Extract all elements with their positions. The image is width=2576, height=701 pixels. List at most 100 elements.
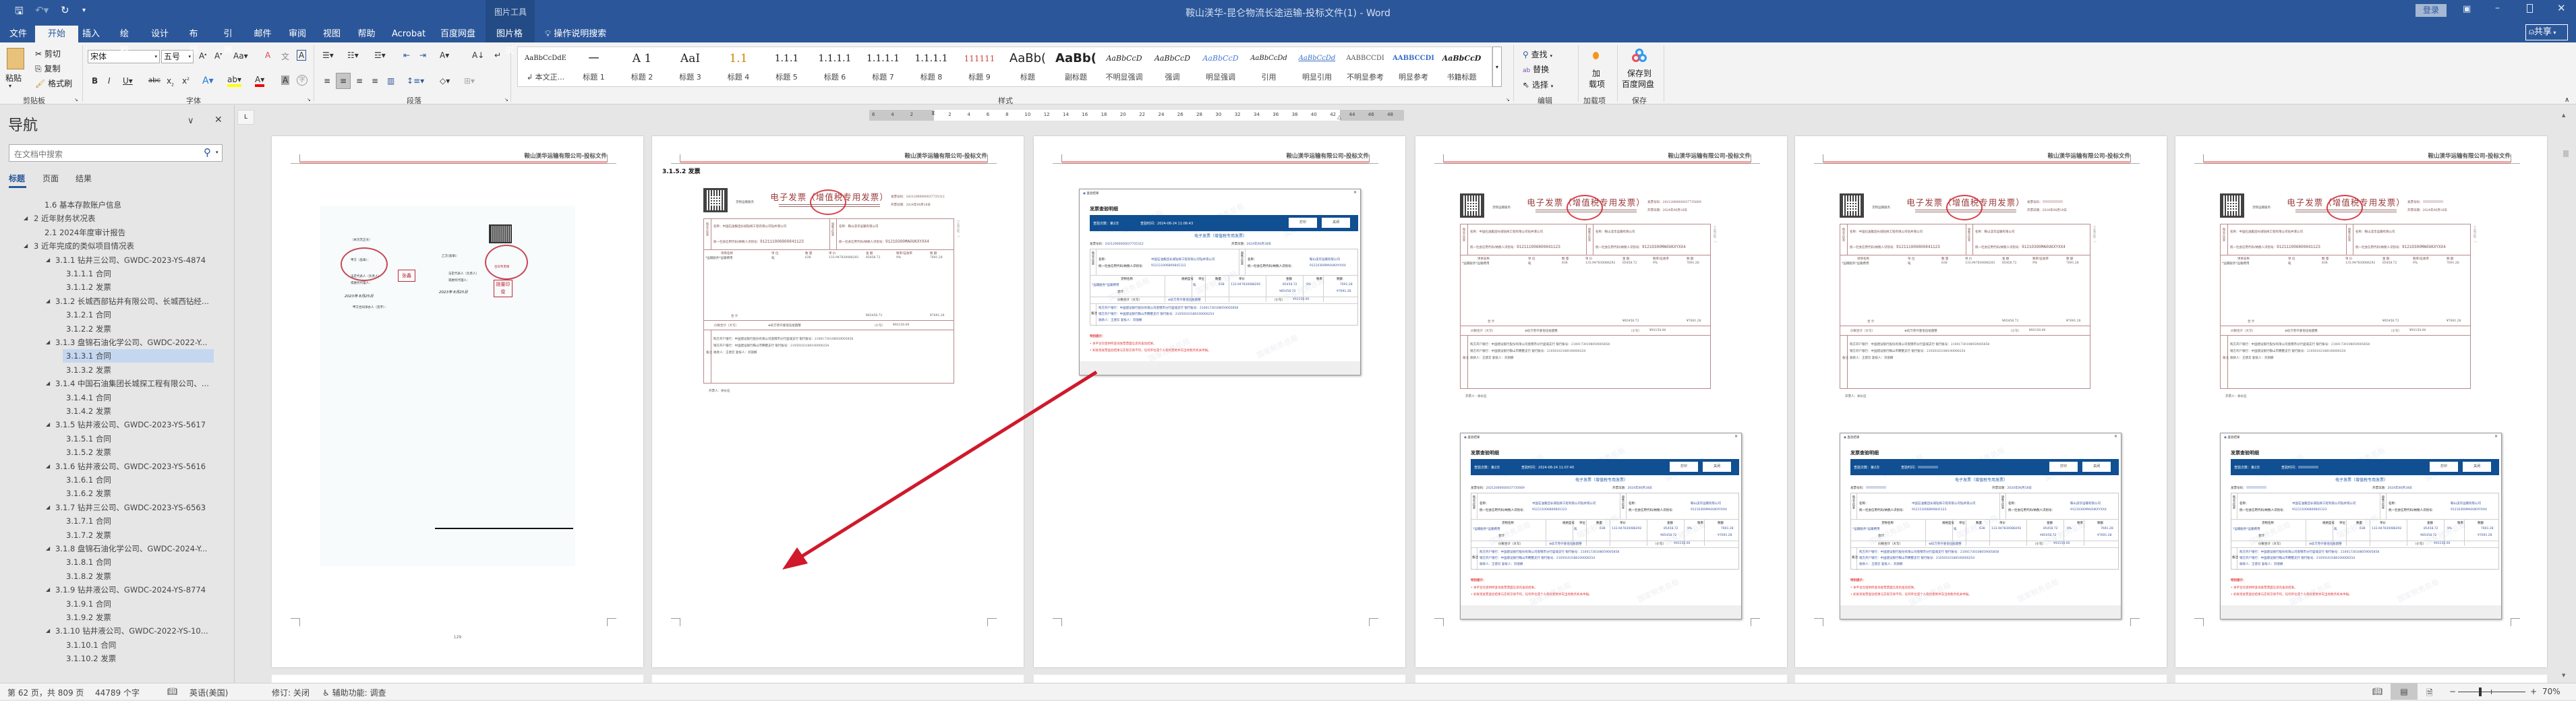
style-item[interactable]: 1.1.1.1 标题 6: [811, 47, 858, 86]
styles-more-button[interactable]: ▾: [1492, 47, 1502, 87]
language-indicator[interactable]: 英语(美国): [189, 687, 228, 698]
style-item[interactable]: 111111 标题 9: [956, 47, 1003, 86]
style-item[interactable]: 1.1.1 标题 5: [763, 47, 811, 86]
style-item[interactable]: AaBbCcDdE ↲ 本文正...: [522, 47, 569, 86]
paragraph-launcher-icon[interactable]: ↘: [504, 97, 508, 102]
undo-icon[interactable]: ↶▾: [35, 4, 49, 16]
collapse-triangle-icon[interactable]: ◢: [46, 586, 50, 592]
nav-tab-pages[interactable]: 页面: [42, 173, 59, 184]
scrollbar-thumb[interactable]: [2563, 150, 2569, 157]
tab-5[interactable]: 布局: [185, 26, 202, 56]
phonetic-guide-icon[interactable]: 文: [281, 51, 289, 62]
zoom-level[interactable]: 70%: [2542, 687, 2560, 696]
save-icon[interactable]: 🖫: [15, 4, 24, 21]
nav-heading-item[interactable]: 3.1.3 盘锦石油化学公司、GWDC-2022-Y...: [55, 336, 207, 349]
document-page[interactable]: 鞍山渼华运输有限公司-投标文件 货物运输服务 电子发票（增值税专用发票） 发票号码：2…: [1415, 136, 1787, 667]
nav-heading-item[interactable]: 3.1.10.1 合同: [66, 639, 116, 652]
nav-heading-item[interactable]: 3.1.9 钻井液公司、GWDC-2024-YS-8774: [55, 584, 206, 597]
italic-icon[interactable]: I: [108, 76, 111, 86]
collapse-triangle-icon[interactable]: ◢: [46, 298, 50, 304]
tab-8[interactable]: 审阅: [289, 26, 306, 42]
tab-2[interactable]: 插入: [82, 26, 100, 42]
collapse-triangle-icon[interactable]: ◢: [46, 421, 50, 427]
tab-11[interactable]: Acrobat: [392, 26, 426, 42]
nav-tab-results[interactable]: 结果: [76, 173, 92, 184]
nav-heading-item[interactable]: 3.1.8 盘锦石油化学公司、GWDC-2024-Y...: [55, 543, 207, 555]
enclose-characters-icon[interactable]: 字: [297, 75, 308, 86]
nav-tab-headings[interactable]: 标题: [9, 173, 25, 184]
collapse-triangle-icon[interactable]: ◢: [46, 257, 50, 263]
nav-heading-item[interactable]: 3.1.6.2 发票: [66, 487, 111, 500]
nav-heading-item[interactable]: 3.1.10 钻井液公司、GWDC-2022-YS-10...: [55, 625, 208, 638]
font-launcher-icon[interactable]: ↘: [307, 97, 311, 102]
text-effects-icon[interactable]: A▾: [202, 75, 214, 86]
nav-heading-item[interactable]: 3.1.9.1 合同: [66, 598, 111, 611]
save-to-netdisk-label-1[interactable]: 保存到: [1627, 67, 1651, 79]
zoom-in-button[interactable]: +: [2530, 687, 2537, 696]
tab-selector-button[interactable]: L: [237, 110, 254, 125]
style-item[interactable]: 1.1 标题 4: [715, 47, 762, 86]
scroll-down-icon[interactable]: ▼: [2562, 673, 2565, 678]
style-item[interactable]: AaBbCcDd 明显引用: [1293, 47, 1341, 86]
nav-heading-item[interactable]: 3.1.8.1 合同: [66, 556, 111, 569]
bullets-icon[interactable]: ☰▾: [322, 51, 334, 60]
paste-dropdown-icon[interactable]: ▾: [9, 83, 11, 89]
find-button[interactable]: ⚲ 查找 ▾: [1523, 49, 1552, 60]
print-button[interactable]: 打印: [2049, 462, 2078, 472]
format-painter-button[interactable]: 🖌︎ 格式刷: [35, 78, 72, 89]
nav-heading-item[interactable]: 3.1.6 钻井液公司、GWDC-2023-YS-5616: [55, 460, 206, 473]
nav-heading-item[interactable]: 3.1.7.1 合同: [66, 515, 111, 528]
superscript-icon[interactable]: x2: [182, 76, 189, 86]
replace-button[interactable]: ab 替换: [1523, 63, 1549, 75]
collapse-triangle-icon[interactable]: ◢: [46, 463, 50, 469]
clear-formatting-icon[interactable]: A: [265, 51, 270, 60]
dialog-close-icon[interactable]: ×: [1734, 434, 1738, 439]
highlight-color-icon[interactable]: ab▾: [227, 75, 241, 87]
show-formatting-icon[interactable]: ↵: [494, 51, 501, 60]
line-spacing-icon[interactable]: ↕≡▾: [407, 76, 424, 86]
print-button[interactable]: 打印: [1289, 218, 1317, 228]
nav-heading-item[interactable]: 3.1.3.1 合同: [66, 350, 111, 363]
minimize-icon[interactable]: –: [2495, 3, 2500, 13]
right-indent-marker[interactable]: △: [1337, 114, 1341, 120]
nav-heading-item[interactable]: 3.1.2.1 合同: [66, 309, 111, 322]
tab-7[interactable]: 邮件: [254, 26, 272, 42]
zoom-slider-thumb[interactable]: [2479, 688, 2482, 696]
nav-options-chevron-icon[interactable]: ∨: [187, 116, 194, 126]
tab-12[interactable]: 百度网盘: [440, 26, 475, 42]
nav-heading-item[interactable]: 3 近年完成的类似项目情况表: [34, 240, 134, 253]
align-left-icon[interactable]: ≡: [324, 76, 330, 86]
style-item[interactable]: AaBbCcD 明显强调: [1197, 47, 1244, 86]
addins-label-1[interactable]: 加: [1592, 67, 1600, 79]
collapse-triangle-icon[interactable]: ◢: [46, 628, 50, 634]
tell-me-search[interactable]: 💡︎ 操作说明搜索: [545, 26, 606, 39]
subscript-icon[interactable]: x2: [167, 76, 174, 87]
customize-quick-access-icon[interactable]: ▾: [82, 7, 86, 14]
collapse-triangle-icon[interactable]: ◢: [46, 380, 50, 386]
shrink-font-icon[interactable]: A▾: [214, 51, 222, 61]
collapse-ribbon-icon[interactable]: ∧: [2565, 96, 2569, 104]
nav-close-icon[interactable]: ✕: [214, 115, 223, 125]
style-item[interactable]: 1.1.1.1 标题 7: [860, 47, 907, 86]
style-item[interactable]: 1.1.1.1 标题 8: [908, 47, 955, 86]
dialog-close-icon[interactable]: ×: [2114, 434, 2117, 439]
save-to-netdisk-label-2[interactable]: 百度网盘: [1622, 78, 1654, 90]
tab-0[interactable]: 文件: [9, 26, 28, 42]
align-center-icon[interactable]: ≡: [336, 73, 351, 89]
nav-heading-item[interactable]: 3.1.7 钻井三公司、GWDC-2023-YS-6563: [55, 501, 206, 514]
track-changes-status[interactable]: 修订: 关闭: [272, 687, 310, 698]
close-button[interactable]: 关闭: [2463, 462, 2491, 472]
styles-launcher-icon[interactable]: ↘: [1506, 97, 1510, 102]
style-item[interactable]: AABBCCDI 不明显参考: [1342, 47, 1389, 86]
nav-heading-item[interactable]: 1.6 基本存款账户信息: [45, 199, 121, 212]
nav-heading-item[interactable]: 3.1.3.2 发票: [66, 364, 111, 377]
search-options-chevron-icon[interactable]: ▾: [216, 150, 218, 155]
align-right-icon[interactable]: ≡: [356, 76, 363, 86]
style-item[interactable]: AaI 标题 3: [667, 47, 714, 86]
character-shading-icon[interactable]: A: [281, 75, 290, 85]
tab-13[interactable]: 图片格式: [493, 26, 526, 56]
style-item[interactable]: AaBb(标题: [1004, 47, 1051, 86]
read-mode-icon[interactable]: 📖︎: [2372, 687, 2382, 696]
dialog-close-icon[interactable]: ×: [1353, 190, 1357, 195]
scroll-up-icon[interactable]: ▲: [2562, 113, 2565, 118]
